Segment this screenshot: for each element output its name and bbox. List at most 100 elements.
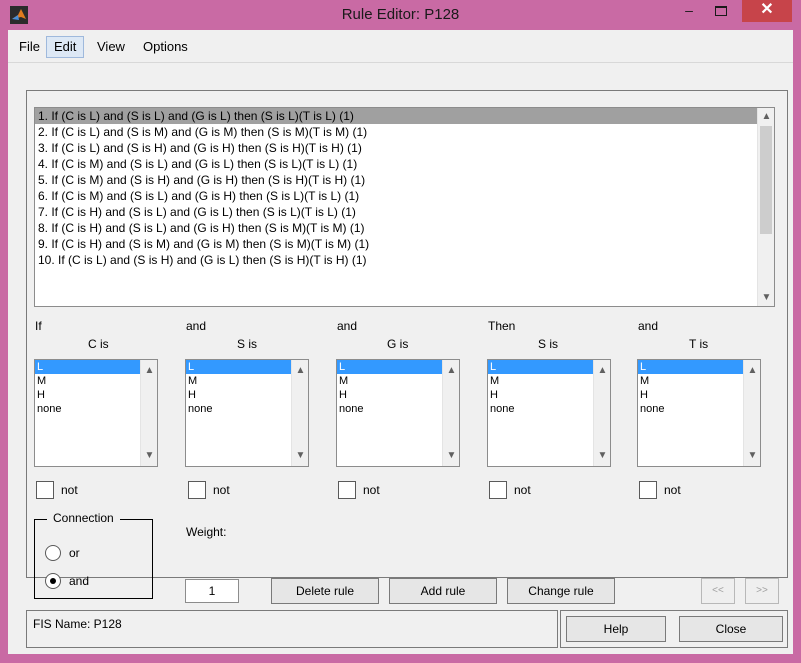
col-3-head: and bbox=[337, 319, 358, 333]
not-checkbox[interactable] bbox=[639, 481, 657, 499]
col-5-option[interactable]: H bbox=[638, 388, 760, 402]
weight-label: Weight: bbox=[186, 525, 227, 539]
menu-edit[interactable]: Edit bbox=[46, 36, 85, 58]
close-button[interactable]: Close bbox=[679, 616, 783, 642]
menu-file[interactable]: File bbox=[12, 36, 47, 58]
not-checkbox[interactable] bbox=[489, 481, 507, 499]
not-label: not bbox=[514, 483, 531, 497]
scroll-down-icon[interactable]: ▼ bbox=[744, 447, 761, 464]
rules-scrollbar[interactable]: ▲ ▼ bbox=[757, 108, 774, 306]
or-label: or bbox=[69, 546, 80, 560]
col-4-var: S is bbox=[538, 337, 559, 351]
not-checkbox[interactable] bbox=[36, 481, 54, 499]
menu-bar: File Edit View Options bbox=[8, 30, 793, 63]
scroll-down-icon[interactable]: ▼ bbox=[141, 447, 158, 464]
col-2-head: and bbox=[186, 319, 207, 333]
status-frame: FIS Name: P128 bbox=[26, 610, 558, 648]
col-1-head: If bbox=[35, 319, 42, 333]
change-rule-button[interactable]: Change rule bbox=[507, 578, 615, 604]
rules-listbox[interactable]: 1. If (C is L) and (S is L) and (G is L)… bbox=[34, 107, 775, 307]
col-1-option[interactable]: M bbox=[35, 374, 157, 388]
not-label: not bbox=[363, 483, 380, 497]
rule-editor-window: Rule Editor: P128 – ✕ File Edit View Opt… bbox=[0, 0, 801, 663]
col-2-listbox[interactable]: L M H none ▲ ▼ bbox=[185, 359, 309, 467]
scroll-up-icon[interactable]: ▲ bbox=[141, 362, 158, 379]
help-button[interactable]: Help bbox=[566, 616, 666, 642]
fis-name-status: FIS Name: P128 bbox=[33, 617, 122, 631]
add-rule-button[interactable]: Add rule bbox=[389, 578, 497, 604]
col-3-option[interactable]: L bbox=[337, 360, 459, 374]
col-2-option[interactable]: H bbox=[186, 388, 308, 402]
scroll-up-icon[interactable]: ▲ bbox=[744, 362, 761, 379]
rule-item-2[interactable]: 2. If (C is L) and (S is M) and (G is M)… bbox=[35, 124, 774, 140]
col-2-scrollbar[interactable]: ▲ ▼ bbox=[291, 360, 308, 466]
col-2-option[interactable]: none bbox=[186, 402, 308, 416]
delete-rule-button[interactable]: Delete rule bbox=[271, 578, 379, 604]
col-3-option[interactable]: none bbox=[337, 402, 459, 416]
weight-input[interactable]: 1 bbox=[185, 579, 239, 603]
scroll-down-icon[interactable]: ▼ bbox=[758, 289, 774, 306]
col-5-option[interactable]: M bbox=[638, 374, 760, 388]
col-1-scrollbar[interactable]: ▲ ▼ bbox=[140, 360, 157, 466]
rule-item-6[interactable]: 6. If (C is M) and (S is L) and (G is H)… bbox=[35, 188, 774, 204]
rule-item-10[interactable]: 10. If (C is L) and (S is H) and (G is L… bbox=[35, 252, 774, 268]
and-radio[interactable] bbox=[45, 573, 61, 589]
col-5-var: T is bbox=[689, 337, 709, 351]
menu-view[interactable]: View bbox=[90, 36, 132, 58]
scroll-up-icon[interactable]: ▲ bbox=[594, 362, 611, 379]
not-label: not bbox=[61, 483, 78, 497]
scroll-thumb[interactable] bbox=[760, 126, 772, 234]
col-3-listbox[interactable]: L M H none ▲ ▼ bbox=[336, 359, 460, 467]
scroll-up-icon[interactable]: ▲ bbox=[758, 108, 774, 125]
scroll-down-icon[interactable]: ▼ bbox=[594, 447, 611, 464]
col-1-option[interactable]: H bbox=[35, 388, 157, 402]
col-3-var: G is bbox=[387, 337, 409, 351]
col-1-option[interactable]: none bbox=[35, 402, 157, 416]
dialog-button-frame: Help Close bbox=[560, 610, 788, 648]
col-3-option[interactable]: M bbox=[337, 374, 459, 388]
radio-selected-dot bbox=[50, 578, 56, 584]
rule-item-5[interactable]: 5. If (C is M) and (S is H) and (G is H)… bbox=[35, 172, 774, 188]
rule-item-8[interactable]: 8. If (C is H) and (S is L) and (G is H)… bbox=[35, 220, 774, 236]
connection-group: Connection or and bbox=[34, 511, 153, 599]
col-4-option[interactable]: H bbox=[488, 388, 610, 402]
rule-item-1[interactable]: 1. If (C is L) and (S is L) and (G is L)… bbox=[35, 108, 774, 124]
col-1-option[interactable]: L bbox=[35, 360, 157, 374]
scroll-down-icon[interactable]: ▼ bbox=[292, 447, 309, 464]
or-radio[interactable] bbox=[45, 545, 61, 561]
rule-item-3[interactable]: 3. If (C is L) and (S is H) and (G is H)… bbox=[35, 140, 774, 156]
previous-rule-button[interactable]: << bbox=[701, 578, 735, 604]
close-window-button[interactable]: ✕ bbox=[742, 0, 792, 22]
rule-item-4[interactable]: 4. If (C is M) and (S is L) and (G is L)… bbox=[35, 156, 774, 172]
client-area: 1. If (C is L) and (S is L) and (G is L)… bbox=[8, 63, 793, 654]
menu-options[interactable]: Options bbox=[136, 36, 195, 58]
col-5-listbox[interactable]: L M H none ▲ ▼ bbox=[637, 359, 761, 467]
col-5-option[interactable]: L bbox=[638, 360, 760, 374]
scroll-down-icon[interactable]: ▼ bbox=[443, 447, 460, 464]
title-bar[interactable]: Rule Editor: P128 – ✕ bbox=[0, 0, 801, 30]
col-5-option[interactable]: none bbox=[638, 402, 760, 416]
rule-item-7[interactable]: 7. If (C is H) and (S is L) and (G is L)… bbox=[35, 204, 774, 220]
col-4-listbox[interactable]: L M H none ▲ ▼ bbox=[487, 359, 611, 467]
col-2-option[interactable]: M bbox=[186, 374, 308, 388]
col-3-option[interactable]: H bbox=[337, 388, 459, 402]
col-1-listbox[interactable]: L M H none ▲ ▼ bbox=[34, 359, 158, 467]
col-2-option[interactable]: L bbox=[186, 360, 308, 374]
next-rule-button[interactable]: >> bbox=[745, 578, 779, 604]
col-5-head: and bbox=[638, 319, 659, 333]
col-4-option[interactable]: M bbox=[488, 374, 610, 388]
col-4-option[interactable]: none bbox=[488, 402, 610, 416]
not-checkbox[interactable] bbox=[188, 481, 206, 499]
col-5-scrollbar[interactable]: ▲ ▼ bbox=[743, 360, 760, 466]
col-4-option[interactable]: L bbox=[488, 360, 610, 374]
minimize-button[interactable]: – bbox=[676, 0, 702, 22]
not-checkbox[interactable] bbox=[338, 481, 356, 499]
not-label: not bbox=[664, 483, 681, 497]
scroll-up-icon[interactable]: ▲ bbox=[292, 362, 309, 379]
col-1-var: C is bbox=[88, 337, 109, 351]
scroll-up-icon[interactable]: ▲ bbox=[443, 362, 460, 379]
col-4-scrollbar[interactable]: ▲ ▼ bbox=[593, 360, 610, 466]
maximize-button[interactable] bbox=[708, 0, 734, 22]
col-3-scrollbar[interactable]: ▲ ▼ bbox=[442, 360, 459, 466]
rule-item-9[interactable]: 9. If (C is H) and (S is M) and (G is M)… bbox=[35, 236, 774, 252]
